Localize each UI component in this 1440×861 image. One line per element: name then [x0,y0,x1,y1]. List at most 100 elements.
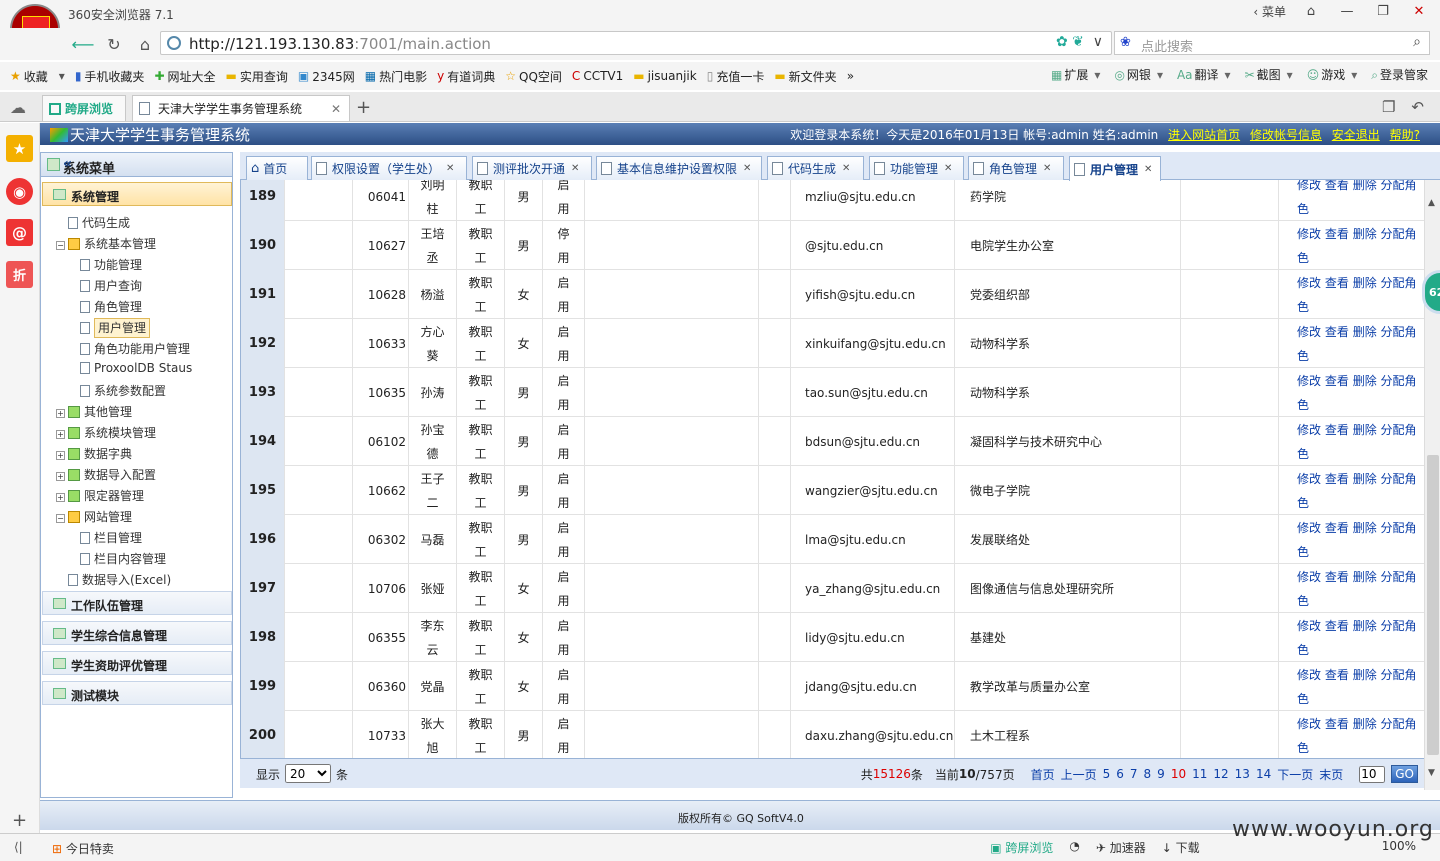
edit-link[interactable]: 修改 [1297,619,1321,633]
maximize-button[interactable]: ❐ [1372,2,1394,20]
expand-toggle-icon[interactable]: + [56,472,65,481]
expand-toggle-icon[interactable]: + [56,493,65,502]
close-button[interactable]: ✕ [1408,2,1430,20]
assign-role-link-cont[interactable]: 色 [1297,741,1309,755]
toolbar-tool[interactable]: Aa 翻译 ▾ [1177,66,1231,83]
close-tab-icon[interactable]: ✕ [944,163,952,174]
dropdown-icon[interactable]: ▾ [59,69,65,83]
menu-group-system[interactable]: 系统管理 [42,182,232,206]
menu-item[interactable]: 用户查询 [80,277,142,294]
edit-account-link[interactable]: 修改帐号信息 [1250,128,1322,142]
new-tab-button[interactable]: + [356,97,371,118]
assign-role-link-cont[interactable]: 色 [1297,545,1309,559]
menu-item[interactable]: 功能管理 [80,256,142,273]
assign-role-link[interactable]: 分配角 [1381,521,1417,535]
toolbar-tool[interactable]: ✂ 截图 ▾ [1245,66,1293,83]
assign-role-link[interactable]: 分配角 [1381,423,1417,437]
favorites-star-icon[interactable]: ★ [6,135,33,162]
undo-icon[interactable]: ↶ [1411,98,1424,116]
bookmark-item[interactable]: C CCTV1 [572,69,623,83]
edit-link[interactable]: 修改 [1297,276,1321,290]
delete-link[interactable]: 删除 [1353,472,1377,486]
assign-role-link[interactable]: 分配角 [1381,180,1417,192]
assign-role-link[interactable]: 分配角 [1381,668,1417,682]
goto-page-input[interactable] [1359,765,1386,783]
menu-item[interactable]: 栏目管理 [80,529,142,546]
assign-role-link[interactable]: 分配角 [1381,227,1417,241]
assign-role-link-cont[interactable]: 色 [1297,349,1309,363]
bookmark-item[interactable]: ✚ 网址大全 [154,68,215,85]
expand-toggle-icon[interactable]: − [56,241,65,250]
prev-page-link[interactable]: 上一页 [1061,766,1097,783]
content-tab[interactable]: 基本信息维护设置权限 ✕ [596,156,762,180]
back-icon[interactable]: ⟵ [72,34,95,54]
menu-group[interactable]: 学生综合信息管理 [42,621,232,645]
view-link[interactable]: 查看 [1325,521,1349,535]
refresh-icon[interactable]: ↻ [103,34,125,54]
view-link[interactable]: 查看 [1325,276,1349,290]
view-link[interactable]: 查看 [1325,423,1349,437]
bookmark-item[interactable]: ▬ 实用查询 [226,68,288,85]
delete-link[interactable]: 删除 [1353,374,1377,388]
menu-item[interactable]: 数据导入(Excel) [56,571,171,588]
close-tab-icon[interactable]: ✕ [842,163,850,174]
menu-item[interactable]: ProxoolDB Staus [80,361,192,375]
menu-item[interactable]: − 系统基本管理 [56,235,156,252]
menu-item[interactable]: + 限定器管理 [56,487,144,504]
assign-role-link[interactable]: 分配角 [1381,276,1417,290]
toolbar-tool[interactable]: ▦ 扩展 ▾ [1051,66,1100,83]
content-tab[interactable]: 代码生成 ✕ [767,156,864,180]
close-tab-icon[interactable]: ✕ [571,163,579,174]
menu-item[interactable]: + 数据字典 [56,445,132,462]
view-link[interactable]: 查看 [1325,472,1349,486]
address-bar[interactable]: http://121.193.130.83:7001/main.action ✿… [160,31,1112,55]
bookmark-item[interactable]: ▣ 2345网 [298,68,355,85]
close-tab-icon[interactable]: ✕ [1144,164,1152,175]
menu-item[interactable]: 栏目内容管理 [80,550,166,567]
assign-role-link-cont[interactable]: 色 [1297,496,1309,510]
toolbar-tool[interactable]: ⌕ 登录管家 [1371,66,1428,83]
menu-group[interactable]: 测试模块 [42,681,232,705]
assign-role-link[interactable]: 分配角 [1381,325,1417,339]
cloud-icon[interactable]: ☁ [10,98,26,117]
bookmark-item[interactable]: ▬ 新文件夹 [774,68,836,85]
restore-icon[interactable]: ❐ [1382,98,1395,116]
edit-link[interactable]: 修改 [1297,325,1321,339]
delete-link[interactable]: 删除 [1353,423,1377,437]
dropdown-icon[interactable]: ▾ [1287,68,1293,82]
assign-role-link-cont[interactable]: 色 [1297,398,1309,412]
download[interactable]: ↓ 下载 [1162,839,1200,856]
edit-link[interactable]: 修改 [1297,472,1321,486]
close-tab-icon[interactable]: ✕ [331,102,341,116]
logout-link[interactable]: 安全退出 [1332,128,1380,142]
home-icon[interactable]: ⌂ [134,34,156,54]
view-link[interactable]: 查看 [1325,374,1349,388]
delete-link[interactable]: 删除 [1353,276,1377,290]
page-link[interactable]: 7 [1130,767,1138,781]
edit-link[interactable]: 修改 [1297,717,1321,731]
view-link[interactable]: 查看 [1325,325,1349,339]
menu-item[interactable]: + 系统模块管理 [56,424,156,441]
bookmark-item[interactable]: y 有道词典 [437,68,495,85]
toolbar-tool[interactable]: ☺ 游戏 ▾ [1307,66,1358,83]
page-link[interactable]: 11 [1192,767,1207,781]
collapse-menu-icon[interactable]: « [63,156,224,172]
delete-link[interactable]: 删除 [1353,570,1377,584]
assign-role-link[interactable]: 分配角 [1381,374,1417,388]
history-icon[interactable]: ◔ [1069,839,1079,856]
page-link[interactable]: 14 [1256,767,1271,781]
delete-link[interactable]: 删除 [1353,521,1377,535]
weibo-icon[interactable]: ◉ [6,178,33,205]
assign-role-link[interactable]: 分配角 [1381,619,1417,633]
edit-link[interactable]: 修改 [1297,180,1321,192]
menu-item[interactable]: 角色功能用户管理 [80,340,190,357]
assign-role-link-cont[interactable]: 色 [1297,202,1309,216]
search-box[interactable]: ❀ 点此搜索 ⌕ [1114,31,1430,55]
view-link[interactable]: 查看 [1325,668,1349,682]
assign-role-link-cont[interactable]: 色 [1297,300,1309,314]
first-page-link[interactable]: 首页 [1031,766,1055,783]
menu-item[interactable]: 角色管理 [80,298,142,315]
close-tab-icon[interactable]: ✕ [743,163,751,174]
menu-item[interactable]: − 网站管理 [56,508,132,525]
menu-group[interactable]: 工作队伍管理 [42,591,232,615]
